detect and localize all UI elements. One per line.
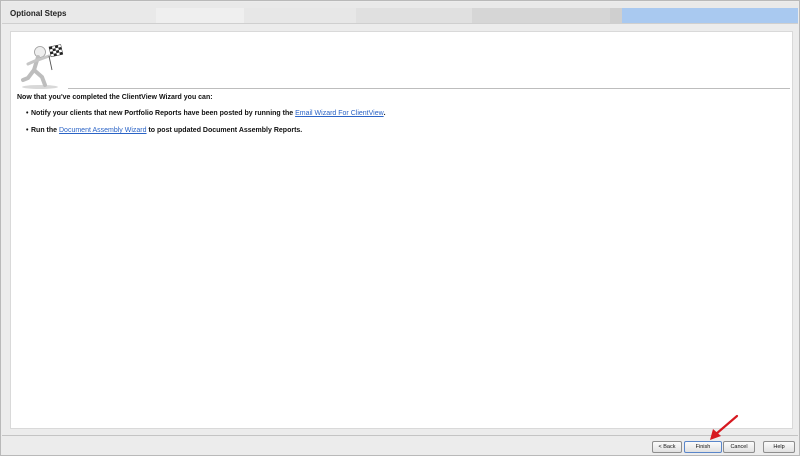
list-item: • Notify your clients that new Portfolio… [17, 110, 386, 117]
page-title: Optional Steps [10, 9, 67, 18]
header-progress-segment [472, 8, 610, 23]
step-text-end: . [383, 110, 386, 117]
wizard-window: Optional Steps Now that you've completed… [0, 0, 800, 456]
finish-flag-figure-icon [21, 44, 64, 89]
header-progress-segment [244, 8, 356, 23]
optional-steps-list: • Notify your clients that new Portfolio… [17, 110, 386, 144]
back-button[interactable]: < Back [652, 441, 682, 453]
document-assembly-wizard-link[interactable]: Document Assembly Wizard [59, 127, 147, 134]
completion-intro-text: Now that you've completed the ClientView… [17, 94, 213, 101]
finish-button[interactable]: Finish [684, 441, 722, 453]
footer-divider [2, 435, 798, 436]
step-text-end: to post updated Document Assembly Report… [146, 127, 303, 134]
header-progress-segment-active [622, 8, 798, 23]
list-item: • Run the Document Assembly Wizard to po… [17, 127, 386, 134]
wizard-content-panel: Now that you've completed the ClientView… [10, 31, 793, 429]
email-wizard-link[interactable]: Email Wizard For ClientView [295, 110, 384, 117]
red-arrow-annotation-icon [710, 414, 739, 440]
wizard-header: Optional Steps [2, 2, 798, 24]
header-progress-segment [356, 8, 472, 23]
header-progress-segment [156, 8, 244, 23]
bullet-icon: • [26, 110, 29, 117]
step-text: Run the [31, 127, 59, 134]
step-text: Notify your clients that new Portfolio R… [31, 110, 296, 117]
header-progress-segment [610, 8, 622, 23]
bullet-icon: • [26, 127, 29, 134]
cancel-button[interactable]: Cancel [723, 441, 755, 453]
help-button[interactable]: Help [763, 441, 795, 453]
header-divider [68, 88, 790, 89]
